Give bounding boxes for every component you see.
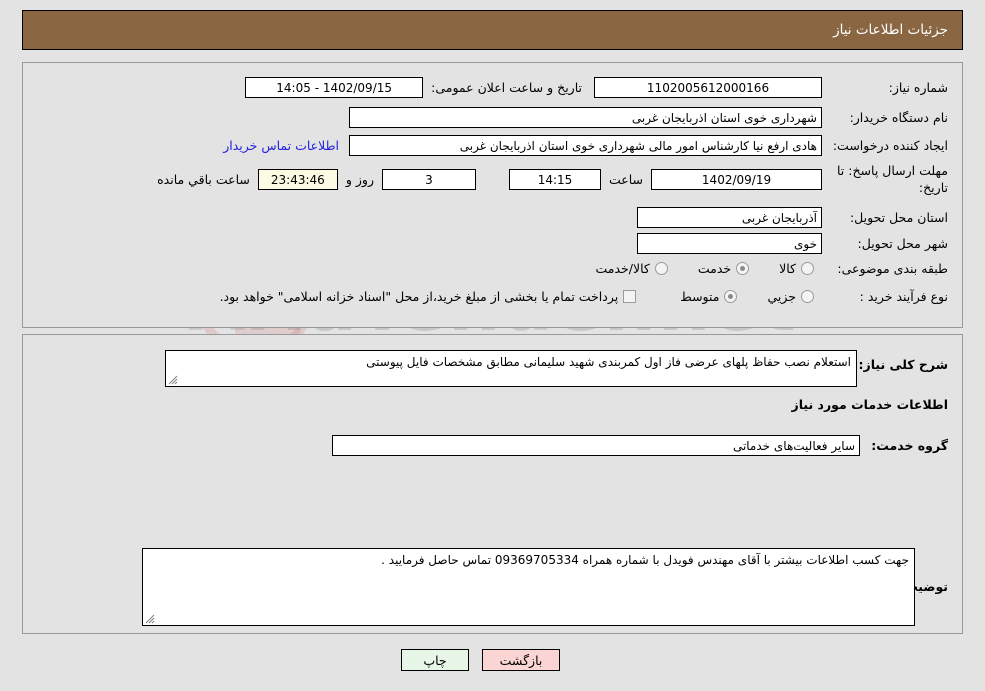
requester-row: ایجاد کننده درخواست: هادی ارفع نیا کارشن… — [223, 135, 948, 156]
summary-label-row: شرح کلی نیاز: — [859, 357, 948, 372]
process-label: نوع فرآیند خرید : — [859, 289, 948, 304]
deadline-date-value: 1402/09/19 — [651, 169, 822, 191]
summary-text: استعلام نصب حفاظ پلهای عرضی فاز اول کمرب… — [366, 355, 851, 369]
remaining-hours-label: ساعت باقي مانده — [157, 172, 250, 188]
process-row: نوع فرآیند خرید : جزیي متوسط پرداخت تمام… — [220, 289, 948, 304]
countdown-value: 23:43:46 — [257, 169, 338, 191]
buyer-contact-link[interactable]: اطلاعات تماس خریدار — [223, 138, 339, 153]
category-row: طبقه بندی موضوعی: کالا خدمت کالا/خدمت — [595, 261, 948, 276]
service-group-label: گروه خدمت: — [871, 438, 948, 453]
need-number-value: 1102005612000166 — [594, 77, 822, 98]
category-option-khedmat[interactable]: خدمت — [697, 261, 750, 276]
radio-icon[interactable] — [801, 290, 814, 303]
remaining-days-value: 3 — [381, 169, 476, 191]
category-option-label: خدمت — [697, 261, 732, 276]
process-option-label: متوسط — [680, 289, 720, 304]
back-button[interactable]: بازگشت — [482, 649, 560, 671]
requester-value: هادی ارفع نیا کارشناس امور مالی شهرداری … — [349, 135, 822, 156]
services-section-row: اطلاعات خدمات مورد نیاز — [792, 397, 949, 412]
need-number-row: شماره نیاز: 1102005612000166 — [594, 77, 948, 98]
deadline-row: مهلت ارسال پاسخ: تا تاریخ: 1402/09/19 سا… — [157, 163, 948, 197]
page-title: جزئیات اطلاعات نیاز — [833, 22, 948, 38]
buyer-notes-text: جهت کسب اطلاعات بیشتر با آقای مهندس فوید… — [381, 553, 909, 567]
radio-icon[interactable] — [724, 290, 738, 303]
public-announce-value: 1402/09/15 - 14:05 — [245, 77, 424, 98]
buyer-org-row: نام دستگاه خریدار: شهرداری خوی استان اذر… — [349, 107, 948, 128]
process-option-jozii[interactable]: جزیي — [767, 289, 814, 304]
deadline-label: مهلت ارسال پاسخ: تا تاریخ: — [837, 163, 948, 195]
requester-label: ایجاد کننده درخواست: — [832, 138, 948, 153]
category-label: طبقه بندی موضوعی: — [837, 261, 948, 276]
radio-icon[interactable] — [801, 262, 814, 275]
checkbox-icon[interactable] — [623, 290, 637, 303]
category-option-kala[interactable]: کالا — [779, 261, 814, 276]
province-label: استان محل تحویل: — [849, 210, 948, 225]
city-value: خوی — [637, 233, 822, 254]
service-group-row: گروه خدمت: سایر فعالیت‌های خدماتی — [332, 435, 948, 456]
buyer-notes-textarea[interactable]: جهت کسب اطلاعات بیشتر با آقای مهندس فوید… — [142, 548, 915, 626]
province-value: آذربایجان غربی — [637, 207, 822, 228]
resize-grip-icon[interactable] — [145, 614, 155, 624]
treasury-bond-option[interactable]: پرداخت تمام یا بخشی از مبلغ خرید،از محل … — [220, 289, 637, 304]
process-option-motavaset[interactable]: متوسط — [680, 289, 738, 304]
city-row: شهر محل تحویل: خوی — [637, 233, 948, 254]
services-section-title: اطلاعات خدمات مورد نیاز — [791, 397, 949, 412]
days-label: روز و — [345, 172, 374, 188]
need-info-panel: شماره نیاز: 1102005612000166 تاریخ و ساع… — [22, 62, 963, 328]
buyer-org-label: نام دستگاه خریدار: — [849, 110, 948, 125]
public-announce-label: تاریخ و ساعت اعلان عمومی: — [431, 80, 582, 95]
city-label: شهر محل تحویل: — [857, 236, 948, 251]
category-option-label: کالا/خدمت — [595, 261, 650, 276]
deadline-time-value: 14:15 — [508, 169, 601, 191]
category-option-label: کالا — [779, 261, 796, 276]
treasury-bond-text: پرداخت تمام یا بخشی از مبلغ خرید،از محل … — [219, 289, 619, 304]
need-number-label: شماره نیاز: — [888, 80, 948, 95]
province-row: استان محل تحویل: آذربایجان غربی — [637, 207, 948, 228]
hour-label: ساعت — [608, 172, 643, 188]
radio-icon[interactable] — [736, 262, 750, 275]
buyer-org-value: شهرداری خوی استان اذربایجان غربی — [349, 107, 822, 128]
category-option-kala-khedmat[interactable]: کالا/خدمت — [595, 261, 668, 276]
process-option-label: جزیي — [767, 289, 796, 304]
print-button[interactable]: چاپ — [401, 649, 469, 671]
resize-grip-icon[interactable] — [168, 375, 178, 385]
radio-icon[interactable] — [654, 262, 668, 275]
page-header: جزئیات اطلاعات نیاز — [22, 10, 963, 50]
service-group-value: سایر فعالیت‌های خدماتی — [332, 435, 860, 456]
summary-label: شرح کلی نیاز: — [858, 357, 948, 372]
public-announce-row: تاریخ و ساعت اعلان عمومی: 1402/09/15 - 1… — [245, 77, 582, 98]
summary-textarea[interactable]: استعلام نصب حفاظ پلهای عرضی فاز اول کمرب… — [165, 350, 857, 387]
